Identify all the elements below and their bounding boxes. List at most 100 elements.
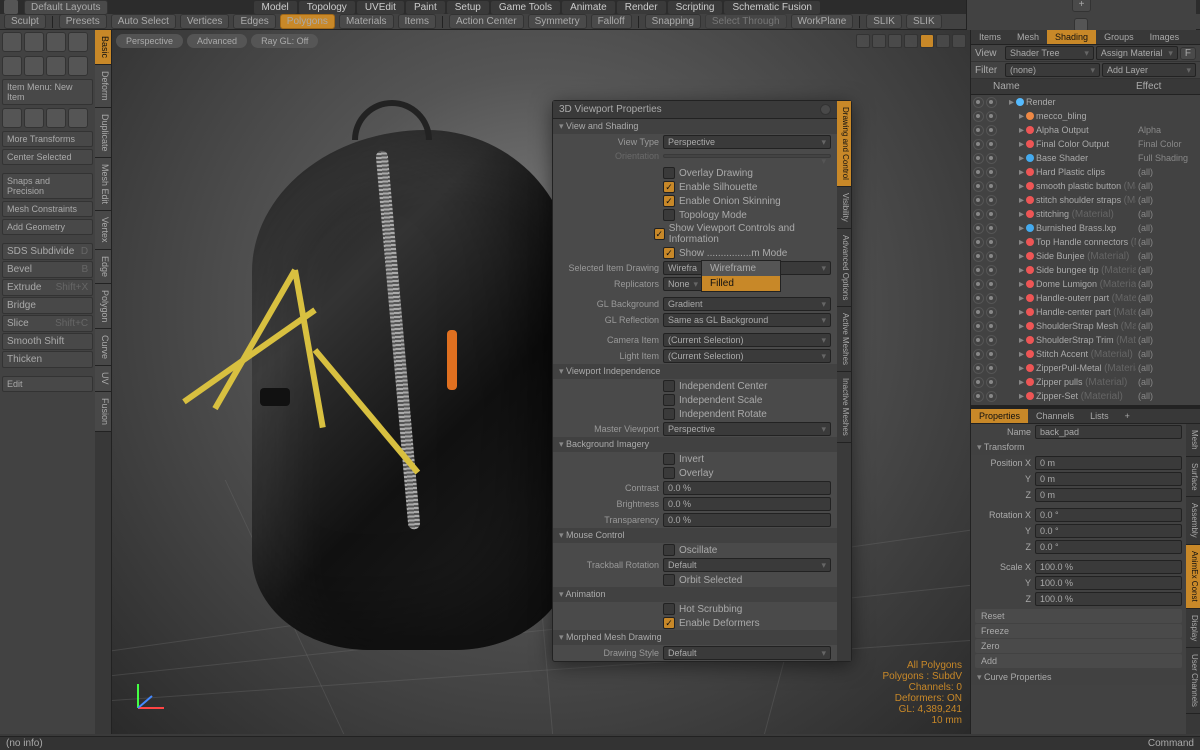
- render-icon[interactable]: [986, 195, 997, 206]
- master-dropdown[interactable]: Perspective: [663, 422, 831, 436]
- replic-dropdown[interactable]: None: [663, 277, 703, 291]
- tree-row[interactable]: ▸Zipper-Set (Material)(all): [971, 389, 1200, 403]
- visibility-icon[interactable]: [973, 167, 984, 178]
- render-icon[interactable]: [986, 237, 997, 248]
- addlayer-dropdown[interactable]: Add Layer: [1102, 63, 1196, 77]
- defm-checkbox[interactable]: [663, 617, 675, 629]
- filter-dropdown[interactable]: (none): [1005, 63, 1100, 77]
- autoselect-button[interactable]: Auto Select: [111, 14, 176, 29]
- transp-field[interactable]: 0.0 %: [663, 513, 831, 527]
- onion-checkbox[interactable]: [663, 195, 675, 207]
- cmd-smooth-shift[interactable]: Smooth Shift: [2, 333, 93, 350]
- vp-options-icon[interactable]: [920, 34, 934, 48]
- slik-button[interactable]: SLIK: [866, 14, 902, 29]
- render-icon[interactable]: [986, 223, 997, 234]
- tree-row[interactable]: ▸stitch shoulder straps (Material)(all): [971, 193, 1200, 207]
- cone-icon[interactable]: [46, 32, 66, 52]
- transform-add-button[interactable]: Add: [975, 654, 1182, 668]
- bright-field[interactable]: 0.0 %: [663, 497, 831, 511]
- mesh-constraints[interactable]: Mesh Constraints: [2, 201, 93, 217]
- visibility-icon[interactable]: [973, 195, 984, 206]
- right-tab-mesh[interactable]: Mesh: [1009, 30, 1047, 44]
- viewtype-dropdown[interactable]: Perspective: [663, 135, 831, 149]
- rot-x[interactable]: 0.0 °: [1035, 508, 1182, 522]
- visibility-icon[interactable]: [973, 209, 984, 220]
- cmd-thicken[interactable]: Thicken: [2, 351, 93, 368]
- cmd-bridge[interactable]: Bridge: [2, 297, 93, 314]
- selectthrough-button[interactable]: Select Through: [705, 14, 787, 29]
- cylinder-icon[interactable]: [24, 56, 44, 76]
- scl-x[interactable]: 100.0 %: [1035, 560, 1182, 574]
- rotate-icon[interactable]: [24, 108, 44, 128]
- right-tab-images[interactable]: Images: [1142, 30, 1188, 44]
- render-icon[interactable]: [986, 363, 997, 374]
- visibility-icon[interactable]: [973, 265, 984, 276]
- selitem-opt-wireframe[interactable]: Wireframe: [702, 261, 780, 276]
- propside-tab-animex-const[interactable]: AnimEx Const: [1186, 545, 1200, 609]
- vp-gear-icon[interactable]: [952, 34, 966, 48]
- sec-morph[interactable]: Morphed Mesh Drawing: [553, 630, 837, 645]
- workspace-tab-render[interactable]: Render: [617, 1, 666, 14]
- scale-icon[interactable]: [46, 108, 66, 128]
- tree-row[interactable]: ▸Base ShaderFull Shading: [971, 151, 1200, 165]
- torus-icon[interactable]: [2, 56, 22, 76]
- visibility-icon[interactable]: [973, 307, 984, 318]
- center-selected[interactable]: Center Selected: [2, 149, 93, 165]
- cmd-extrude[interactable]: ExtrudeShift+X: [2, 279, 93, 296]
- render-icon[interactable]: [986, 391, 997, 402]
- render-icon[interactable]: [986, 377, 997, 388]
- sec-view-shading[interactable]: View and Shading: [553, 119, 837, 134]
- render-icon[interactable]: [986, 111, 997, 122]
- light-dropdown[interactable]: (Current Selection): [663, 349, 831, 363]
- vp-tab-raygl[interactable]: Ray GL: Off: [251, 34, 318, 48]
- transform-reset-button[interactable]: Reset: [975, 609, 1182, 623]
- tree-row[interactable]: ▸Stitch Accent (Material)(all): [971, 347, 1200, 361]
- left-tab-polygon[interactable]: Polygon: [95, 284, 111, 330]
- edit-dropdown[interactable]: Edit: [2, 376, 93, 392]
- props-tab-inactive-meshes[interactable]: Inactive Meshes: [837, 372, 851, 443]
- left-tab-uv[interactable]: UV: [95, 366, 111, 392]
- visibility-icon[interactable]: [973, 153, 984, 164]
- overlaybg-checkbox[interactable]: [663, 467, 675, 479]
- cmd-slice[interactable]: SliceShift+C: [2, 315, 93, 332]
- tree-row[interactable]: ▸Zipper pulls (Material)(all): [971, 375, 1200, 389]
- actioncenter-button[interactable]: Action Center: [449, 14, 524, 29]
- props-tab-active-meshes[interactable]: Active Meshes: [837, 307, 851, 372]
- sculpt-button[interactable]: Sculpt: [4, 14, 46, 29]
- tree-row[interactable]: ▸ZipperPull-Metal (Material)(all): [971, 361, 1200, 375]
- glref-dropdown[interactable]: Same as GL Background: [663, 313, 831, 327]
- symmetry-button[interactable]: Symmetry: [528, 14, 587, 29]
- vp-wireframe-icon[interactable]: [856, 34, 870, 48]
- propside-tab-display[interactable]: Display: [1186, 609, 1200, 648]
- left-tab-mesh-edit[interactable]: Mesh Edit: [95, 158, 111, 211]
- slik2-button[interactable]: SLIK: [906, 14, 942, 29]
- props-close-icon[interactable]: [820, 104, 831, 115]
- tree-row[interactable]: ▸Side bungee tip (Material)(all): [971, 263, 1200, 277]
- render-icon[interactable]: [986, 307, 997, 318]
- falloff-button[interactable]: Falloff: [591, 14, 632, 29]
- left-tab-duplicate[interactable]: Duplicate: [95, 108, 111, 159]
- sec-curve[interactable]: Curve Properties: [971, 670, 1186, 685]
- propside-tab-user-channels[interactable]: User Channels: [1186, 648, 1200, 714]
- tree-row[interactable]: ▸Alpha OutputAlpha: [971, 123, 1200, 137]
- hot-checkbox[interactable]: [663, 603, 675, 615]
- right-tab-items[interactable]: Items: [971, 30, 1009, 44]
- render-icon[interactable]: [986, 167, 997, 178]
- pos-z[interactable]: 0 m: [1035, 488, 1182, 502]
- add-geometry[interactable]: Add Geometry: [2, 219, 93, 235]
- render-icon[interactable]: [986, 349, 997, 360]
- visibility-icon[interactable]: [973, 139, 984, 150]
- sec-mouse[interactable]: Mouse Control: [553, 528, 837, 543]
- render-icon[interactable]: [986, 279, 997, 290]
- silhouette-checkbox[interactable]: [663, 181, 675, 193]
- invert-checkbox[interactable]: [663, 453, 675, 465]
- render-icon[interactable]: [986, 139, 997, 150]
- scl-y[interactable]: 100.0 %: [1035, 576, 1182, 590]
- tree-row[interactable]: ▸mecco_bling: [971, 109, 1200, 123]
- props-tab-visibility[interactable]: Visibility: [837, 187, 851, 229]
- edges-button[interactable]: Edges: [233, 14, 275, 29]
- left-tab-vertex[interactable]: Vertex: [95, 211, 111, 250]
- vp-camera-icon[interactable]: [904, 34, 918, 48]
- render-icon[interactable]: [986, 293, 997, 304]
- pos-y[interactable]: 0 m: [1035, 472, 1182, 486]
